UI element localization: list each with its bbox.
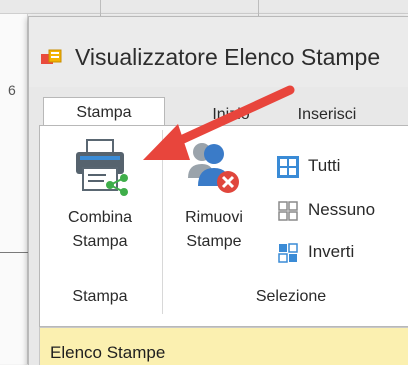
background-toolbar <box>0 0 408 14</box>
grid-none-selected-icon <box>278 200 298 221</box>
combina-stampa-button[interactable]: Combina Stampa <box>46 134 154 254</box>
nessuno-button[interactable]: Nessuno <box>276 196 375 224</box>
background-side-strip: 6 <box>0 14 28 364</box>
elenco-stampe-header: Elenco Stampe <box>50 343 166 362</box>
window-title: Visualizzatore Elenco Stampe <box>75 44 381 70</box>
group-label-selezione: Selezione <box>255 288 327 305</box>
tab-stampa[interactable]: Stampa <box>43 97 165 127</box>
combina-stampa-label-line1: Combina <box>67 209 133 226</box>
title-bar[interactable]: Visualizzatore Elenco Stampe <box>29 17 408 87</box>
app-icon <box>41 49 62 64</box>
inverti-button[interactable]: Inverti <box>276 238 354 266</box>
tutti-button[interactable]: Tutti <box>276 152 340 180</box>
tutti-label: Tutti <box>308 156 341 175</box>
rimuovi-stampe-label-line2: Stampe <box>186 233 242 250</box>
ribbon-panel: Combina Stampa Rimuovi Stampe Tutti Ness… <box>39 125 408 327</box>
grid-all-selected-icon <box>277 155 299 178</box>
window: Visualizzatore Elenco Stampe Stampa Iniz… <box>28 16 408 365</box>
printer-share-icon <box>70 134 130 200</box>
elenco-stampe-panel[interactable]: Elenco Stampe <box>39 327 408 365</box>
rimuovi-stampe-button[interactable]: Rimuovi Stampe <box>166 134 262 254</box>
grid-invert-icon <box>278 242 298 263</box>
background-side-text: 6 <box>8 82 16 98</box>
combina-stampa-label-line2: Stampa <box>72 233 128 250</box>
background-line <box>0 252 28 253</box>
ribbon-tabs: Stampa Inizio Inserisci <box>29 89 408 127</box>
users-remove-icon <box>184 134 244 200</box>
inverti-label: Inverti <box>308 242 355 261</box>
group-separator <box>162 130 163 314</box>
group-label-stampa: Stampa <box>72 288 128 305</box>
nessuno-label: Nessuno <box>308 200 376 219</box>
rimuovi-stampe-label-line1: Rimuovi <box>185 209 243 226</box>
